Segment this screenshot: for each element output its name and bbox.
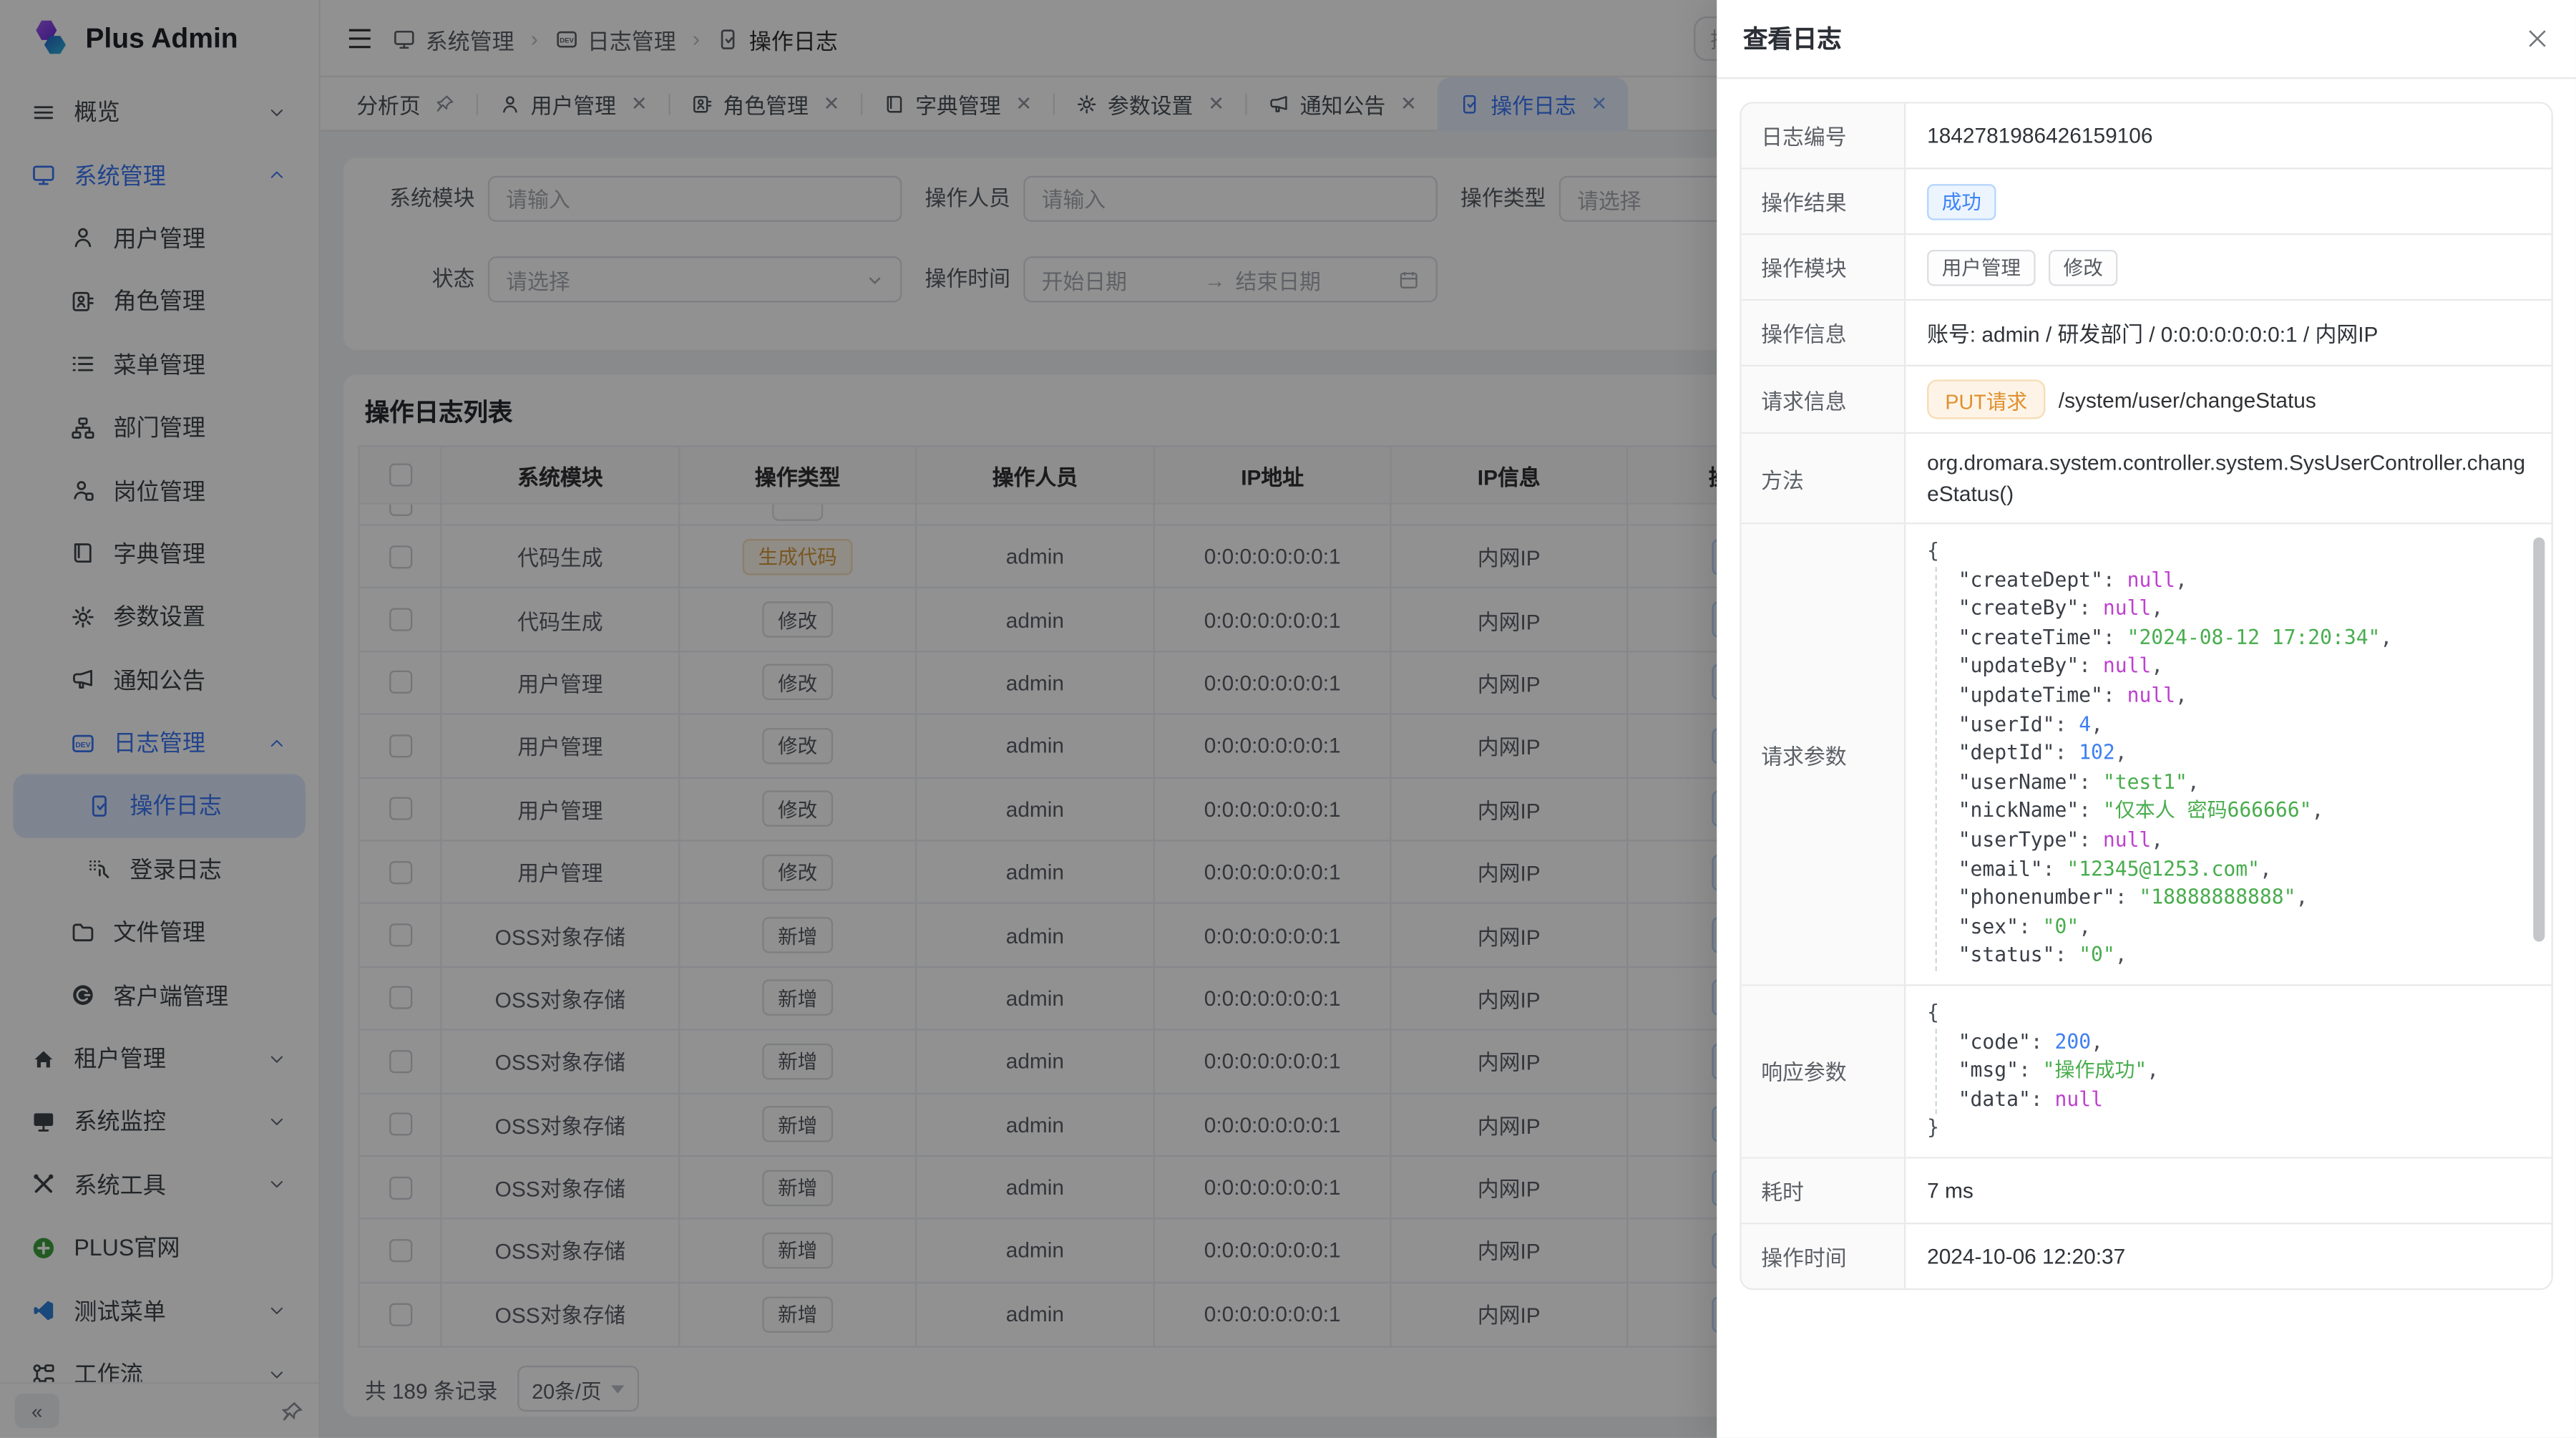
op-time-value: 2024-10-06 12:20:37 [1927,1244,2125,1268]
drawer-header: 查看日志 [1717,0,2576,79]
scrollbar-thumb[interactable] [2533,538,2545,942]
java-method-value: org.dromara.system.controller.system.Sys… [1927,447,2530,509]
module-tag: 用户管理 [1927,249,2036,286]
request-url: /system/user/changeStatus [2059,387,2316,412]
field-row-module: 操作模块 用户管理 修改 [1742,235,2552,301]
close-icon[interactable] [2525,26,2550,51]
field-row-log-id: 日志编号 1842781986426159106 [1742,104,2552,170]
field-row-method: 方法 org.dromara.system.controller.system.… [1742,434,2552,524]
result-status-badge: 成功 [1927,183,1996,220]
drawer-title: 查看日志 [1743,21,1842,56]
field-row-response-params: 响应参数 {"code": 200,"msg": "操作成功","data": … [1742,986,2552,1159]
field-row-result: 操作结果 成功 [1742,169,2552,235]
request-params-json: {"createDept": null,"createBy": null,"cr… [1927,538,2530,971]
field-row-request-params: 请求参数 {"createDept": null,"createBy": nul… [1742,524,2552,986]
log-id-value: 1842781986426159106 [1927,123,2152,147]
response-params-json: {"code": 200,"msg": "操作成功","data": null} [1927,999,2530,1144]
view-log-drawer: 查看日志 日志编号 1842781986426159106 操作结果 成功 操作… [1717,0,2576,1438]
field-row-op-time: 操作时间 2024-10-06 12:20:37 [1742,1224,2552,1288]
operation-info-value: 账号: admin / 研发部门 / 0:0:0:0:0:0:0:1 / 内网I… [1927,317,2378,349]
drawer-body: 日志编号 1842781986426159106 操作结果 成功 操作模块 用户… [1717,79,2576,1438]
field-row-duration: 耗时 7 ms [1742,1159,2552,1225]
log-detail-table: 日志编号 1842781986426159106 操作结果 成功 操作模块 用户… [1740,102,2552,1290]
http-method-badge: PUT请求 [1927,379,2045,419]
field-row-info: 操作信息 账号: admin / 研发部门 / 0:0:0:0:0:0:0:1 … [1742,301,2552,366]
duration-value: 7 ms [1927,1178,1974,1203]
app-root: Plus Admin 概览系统管理用户管理角色管理菜单管理部门管理岗位管理字典管… [0,0,2576,1438]
action-tag: 修改 [2049,249,2117,286]
field-row-request: 请求信息 PUT请求 /system/user/changeStatus [1742,366,2552,434]
